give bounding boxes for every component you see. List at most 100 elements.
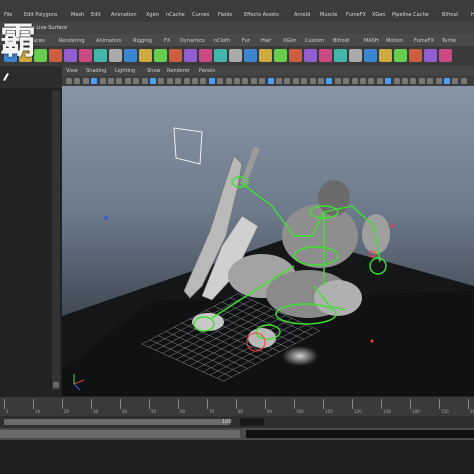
- menu-arnold[interactable]: Arnold: [294, 12, 310, 18]
- viewport-tool-icon[interactable]: [192, 78, 198, 84]
- shelf-tool-icon[interactable]: [439, 49, 452, 62]
- viewport-tool-icon[interactable]: [276, 78, 282, 84]
- viewport-tool-icon[interactable]: [108, 78, 114, 84]
- viewport-tool-icon[interactable]: [376, 78, 383, 84]
- menu-xgen[interactable]: Xgen: [146, 12, 159, 18]
- scroll-up-arrow[interactable]: [53, 382, 59, 388]
- range-slider[interactable]: 100: [0, 416, 474, 428]
- viewport-menu-panels[interactable]: Panels: [199, 68, 215, 74]
- viewport-tool-icon[interactable]: [444, 78, 450, 84]
- viewport-tool-icon[interactable]: [82, 78, 89, 84]
- viewport-tool-icon[interactable]: [360, 78, 366, 84]
- time-slider[interactable]: 1102030405060708090100110120130140150160: [0, 396, 474, 417]
- shelf-tool-icon[interactable]: [259, 49, 272, 62]
- shelf-tab-animation[interactable]: Animation: [96, 38, 122, 44]
- viewport-tool-icon[interactable]: [351, 78, 358, 84]
- menu-ncache[interactable]: nCache: [166, 12, 185, 18]
- viewport-tool-icon[interactable]: [418, 78, 425, 84]
- viewport-menu-lighting[interactable]: Lighting: [115, 68, 135, 74]
- viewport-tool-icon[interactable]: [284, 78, 291, 84]
- shelf-tab-fx[interactable]: FX: [164, 38, 170, 44]
- shelf-tab-turtle[interactable]: Turtle: [442, 38, 456, 44]
- viewport-tool-icon[interactable]: [427, 78, 434, 84]
- viewport-tool-icon[interactable]: [368, 78, 375, 84]
- menu-mesh[interactable]: Mesh: [71, 12, 84, 18]
- viewport-tool-icon[interactable]: [124, 78, 131, 84]
- shelf-tab-dynamics[interactable]: Dynamics: [180, 38, 205, 44]
- locator-point-red-2[interactable]: [370, 339, 374, 343]
- viewport-tool-icon[interactable]: [150, 78, 156, 84]
- viewport-tool-icon[interactable]: [74, 78, 81, 84]
- viewport-tool-icon[interactable]: [141, 78, 148, 84]
- viewport-tool-icon[interactable]: [183, 78, 190, 84]
- viewport-tool-icon[interactable]: [292, 78, 299, 84]
- shelf-tool-icon[interactable]: [184, 49, 197, 62]
- shelf-tool-icon[interactable]: [349, 49, 362, 62]
- shelf-tab-fur[interactable]: Fur: [242, 38, 250, 44]
- viewport-tool-icon[interactable]: [133, 78, 140, 84]
- locator-point-red[interactable]: [390, 224, 394, 228]
- shelf-tool-icon[interactable]: [394, 49, 407, 62]
- shelf-tab-fumefx[interactable]: FumeFX: [414, 38, 434, 44]
- viewport-tool-icon[interactable]: [158, 78, 165, 84]
- viewport-tool-icon[interactable]: [200, 78, 207, 84]
- viewport-tool-icon[interactable]: [326, 78, 333, 84]
- menu-pipeline-cache[interactable]: Pipeline Cache: [392, 12, 429, 18]
- shelf-tool-icon[interactable]: [304, 49, 317, 62]
- panel-scrollbar[interactable]: [52, 90, 60, 390]
- viewport-tool-icon[interactable]: [175, 78, 182, 84]
- viewport-tool-icon[interactable]: [318, 78, 324, 84]
- shelf-tab-xgen[interactable]: XGen: [283, 38, 297, 44]
- shelf-tool-icon[interactable]: [79, 49, 92, 62]
- shelf-tool-icon[interactable]: [274, 49, 287, 62]
- menu-file[interactable]: File: [4, 12, 12, 18]
- viewport-tool-icon[interactable]: [452, 78, 459, 84]
- shelf-tool-icon[interactable]: [409, 49, 422, 62]
- range-end-box[interactable]: [240, 418, 264, 426]
- viewport-tool-icon[interactable]: [116, 78, 123, 84]
- viewport-tool-icon[interactable]: [460, 78, 467, 84]
- viewport-tool-icon[interactable]: [66, 78, 72, 84]
- viewport-menu-renderer[interactable]: Renderer: [167, 68, 190, 74]
- shelf-tool-icon[interactable]: [214, 49, 227, 62]
- menu-muscle[interactable]: Muscle: [320, 12, 337, 18]
- viewport-tool-icon[interactable]: [225, 78, 232, 84]
- viewport-tool-icon[interactable]: [393, 78, 400, 84]
- shelf-tool-icon[interactable]: [94, 49, 107, 62]
- viewport-menu-show[interactable]: Show: [147, 68, 161, 74]
- range-bar[interactable]: [4, 419, 230, 425]
- camera-wireframe[interactable]: [173, 127, 203, 165]
- shelf-tab-hair[interactable]: Hair: [261, 38, 271, 44]
- shelf-tab-ncloth[interactable]: nCloth: [214, 38, 230, 44]
- shelf-tool-icon[interactable]: [154, 49, 167, 62]
- shelf-tool-icon[interactable]: [244, 49, 257, 62]
- viewport-menu-view[interactable]: View: [66, 68, 78, 74]
- menu-edit[interactable]: Edit: [91, 12, 101, 18]
- shelf-tool-icon[interactable]: [139, 49, 152, 62]
- menu-animation[interactable]: Animation: [111, 12, 137, 18]
- viewport-menu-shading[interactable]: Shading: [86, 68, 106, 74]
- shelf-tool-icon[interactable]: [124, 49, 137, 62]
- shelf-tool-icon[interactable]: [289, 49, 302, 62]
- 3d-viewport[interactable]: [62, 86, 474, 396]
- viewport-tool-icon[interactable]: [334, 78, 341, 84]
- menu-xgen[interactable]: XGen: [372, 12, 386, 18]
- shelf-tab-bifrost[interactable]: Bifrost: [333, 38, 349, 44]
- viewport-tool-icon[interactable]: [234, 78, 240, 84]
- shelf-tool-icon[interactable]: [424, 49, 437, 62]
- shelf-tab-rigging[interactable]: Rigging: [133, 38, 152, 44]
- shelf-tool-icon[interactable]: [334, 49, 347, 62]
- character-right-leg[interactable]: [314, 280, 362, 316]
- shelf-tool-icon[interactable]: [229, 49, 242, 62]
- viewport-tool-icon[interactable]: [99, 78, 106, 84]
- shelf-tool-icon[interactable]: [64, 49, 77, 62]
- viewport-tool-icon[interactable]: [410, 78, 417, 84]
- character-head[interactable]: [318, 180, 350, 216]
- viewport-tool-icon[interactable]: [259, 78, 266, 84]
- viewport-tool-icon[interactable]: [343, 78, 350, 84]
- viewport-tool-icon[interactable]: [242, 78, 249, 84]
- shelf-tool-icon[interactable]: [364, 49, 377, 62]
- menu-fumefx[interactable]: FumeFX: [346, 12, 366, 18]
- viewport-tool-icon[interactable]: [301, 78, 308, 84]
- shelf-tab-motion[interactable]: Motion: [386, 38, 403, 44]
